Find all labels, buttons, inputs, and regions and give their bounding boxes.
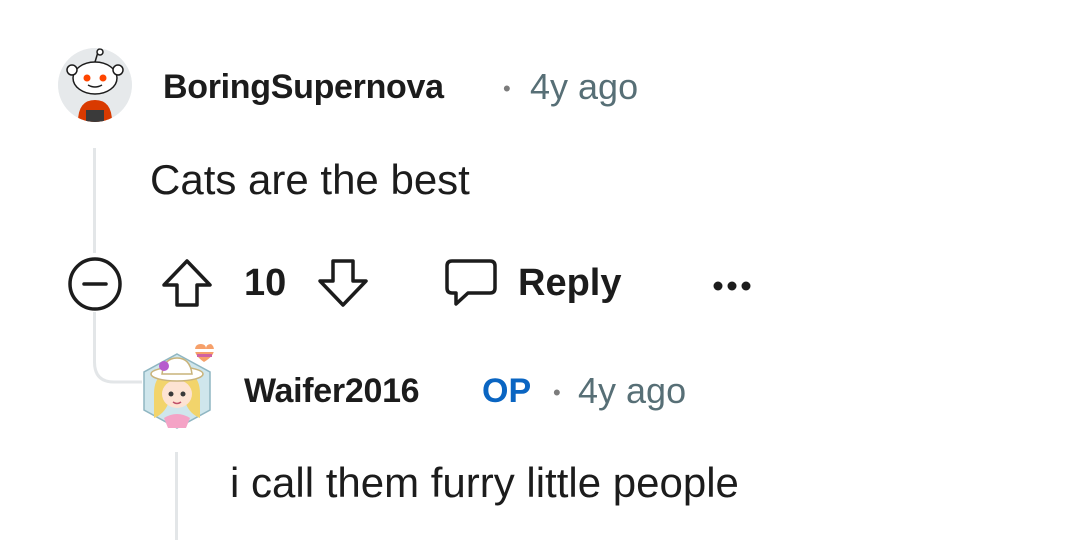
avatar[interactable] (140, 344, 214, 430)
anime-avatar-icon (143, 344, 214, 429)
comment-body: Cats are the best (150, 156, 470, 203)
meta-separator: • (503, 76, 511, 101)
meta-separator: • (553, 380, 561, 405)
more-options-button[interactable] (712, 262, 760, 306)
timestamp[interactable]: 4y ago (578, 370, 686, 412)
upvote-icon[interactable] (160, 256, 214, 310)
vote-score: 10 (244, 262, 287, 304)
timestamp[interactable]: 4y ago (530, 66, 638, 108)
thread-branch-connector (93, 340, 142, 384)
thread-line-child[interactable] (175, 452, 178, 540)
comment-body: i call them furry little people (230, 459, 739, 506)
avatar[interactable] (58, 48, 132, 122)
op-badge: OP (482, 372, 532, 410)
reply-button[interactable]: Reply (444, 256, 634, 312)
thread-line-parent[interactable] (93, 148, 96, 253)
username[interactable]: Waifer2016 (244, 372, 420, 411)
reply-icon (444, 258, 498, 308)
snoo-avatar-icon (58, 48, 132, 122)
username[interactable]: BoringSupernova (163, 68, 444, 107)
downvote-icon[interactable] (316, 256, 370, 310)
collapse-icon[interactable] (67, 256, 123, 312)
reply-label: Reply (518, 262, 622, 304)
more-icon (712, 280, 752, 292)
